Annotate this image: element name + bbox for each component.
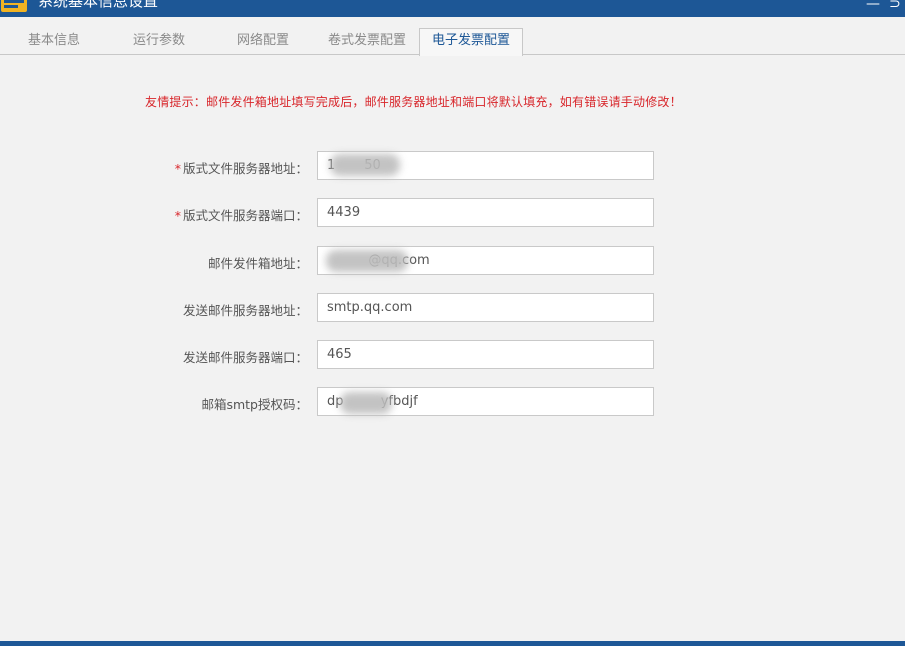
window-titlebar: 系统基本信息设置 — ⊃ bbox=[0, 0, 905, 17]
field-label: 发送邮件服务器端口： bbox=[182, 350, 308, 365]
tab-e-invoice-config[interactable]: 电子发票配置 bbox=[419, 28, 523, 56]
sender-email-input[interactable] bbox=[317, 246, 654, 275]
tab-run-params[interactable]: 运行参数 bbox=[120, 29, 198, 55]
field-label: * 版式文件服务器端口： bbox=[174, 208, 308, 223]
form-row-smtp-server-address: 发送邮件服务器地址： bbox=[0, 293, 905, 323]
smtp-server-address-input[interactable] bbox=[317, 293, 654, 322]
tab-network-config[interactable]: 网络配置 bbox=[224, 29, 302, 55]
form-row-sender-email: 邮件发件箱地址： bbox=[0, 246, 905, 276]
bottom-bar bbox=[0, 641, 905, 646]
field-label: * 版式文件服务器地址： bbox=[174, 161, 308, 176]
layout-server-port-input[interactable] bbox=[317, 198, 654, 227]
tab-bar: 基本信息 运行参数 网络配置 卷式发票配置 电子发票配置 bbox=[0, 17, 905, 56]
smtp-server-port-input[interactable] bbox=[317, 340, 654, 369]
form-row-layout-server-address: * 版式文件服务器地址： bbox=[0, 151, 905, 181]
required-mark: * bbox=[174, 161, 181, 176]
form-row-layout-server-port: * 版式文件服务器端口： bbox=[0, 198, 905, 228]
layout-server-address-input[interactable] bbox=[317, 151, 654, 180]
required-mark: * bbox=[174, 208, 181, 223]
field-label: 邮箱smtp授权码： bbox=[201, 397, 308, 412]
app-logo-icon bbox=[1, 0, 27, 12]
field-label: 邮件发件箱地址： bbox=[207, 256, 308, 271]
tip-text: 友情提示：邮件发件箱地址填写完成后，邮件服务器地址和端口将默认填充，如有错误请手… bbox=[145, 95, 682, 109]
tab-roll-invoice-config[interactable]: 卷式发票配置 bbox=[320, 29, 414, 55]
field-label: 发送邮件服务器地址： bbox=[182, 303, 308, 318]
form-row-smtp-server-port: 发送邮件服务器端口： bbox=[0, 340, 905, 370]
close-button[interactable]: ⊃ bbox=[889, 0, 901, 12]
minimize-button[interactable]: — bbox=[866, 0, 880, 12]
window-title: 系统基本信息设置 bbox=[38, 0, 159, 10]
smtp-auth-code-input[interactable] bbox=[317, 387, 654, 416]
form-row-smtp-auth-code: 邮箱smtp授权码： bbox=[0, 387, 905, 417]
tab-basic-info[interactable]: 基本信息 bbox=[15, 29, 93, 55]
